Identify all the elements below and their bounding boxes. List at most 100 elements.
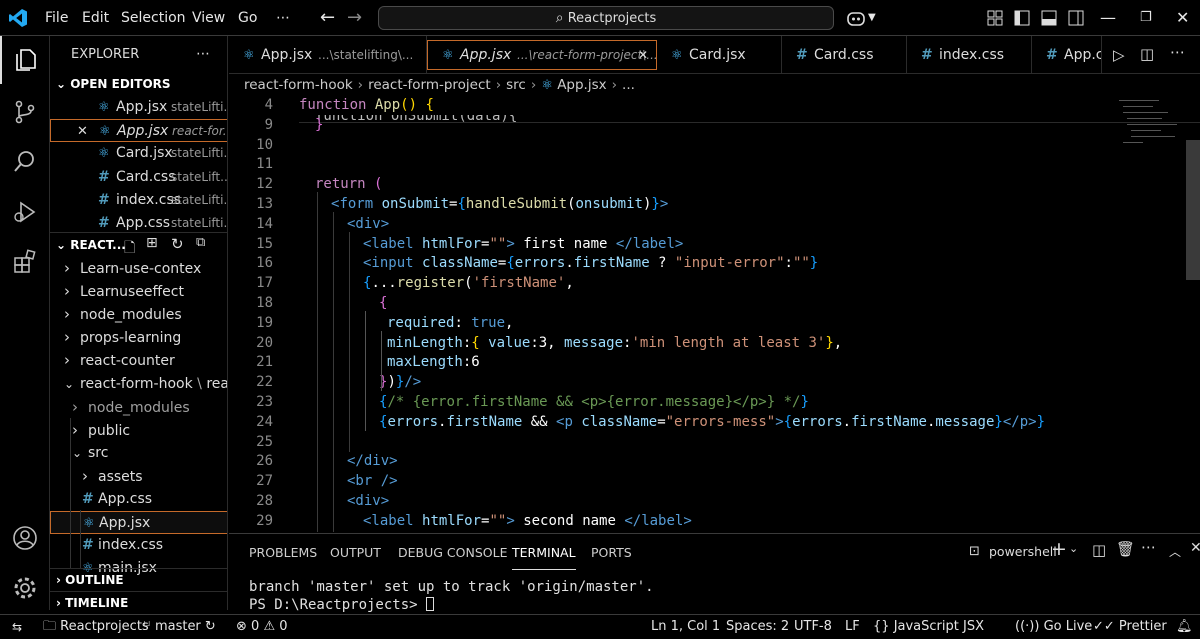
breadcrumb-item[interactable]: src — [506, 77, 526, 93]
line-number: 11 — [256, 156, 273, 173]
more-actions-icon[interactable]: ⋯ — [196, 43, 216, 66]
encoding[interactable]: UTF-8 — [794, 615, 832, 639]
notifications-icon[interactable]: 🔔︎ — [1176, 615, 1193, 639]
search-activity[interactable] — [0, 138, 50, 186]
breadcrumb-item[interactable]: App.jsx — [557, 77, 606, 93]
extensions-activity[interactable] — [0, 238, 50, 286]
close-panel-icon[interactable]: ✕ — [1190, 540, 1200, 556]
editor-scrollbar-thumb[interactable] — [1186, 140, 1200, 280]
tree-item[interactable]: › react-counter — [50, 349, 227, 372]
project-status[interactable]: 🗀 Reactprojects — [43, 615, 149, 639]
tree-item[interactable]: › node_modules — [50, 396, 227, 419]
tab-app-jsx[interactable]: ⚛ App.jsx ...\react-form-project\... ✕ — [427, 40, 657, 70]
new-terminal-icon[interactable]: + — [1051, 538, 1067, 560]
open-editor-item[interactable]: #index.cssstateLifti... — [50, 189, 227, 212]
panel-tab-debug-console[interactable]: DEBUG CONSOLE — [398, 534, 507, 570]
split-terminal-icon[interactable]: ◫ — [1092, 541, 1106, 559]
timeline-header[interactable]: › TIMELINE — [56, 592, 227, 610]
accounts-activity[interactable] — [0, 514, 50, 562]
tree-item[interactable]: # App.css — [50, 488, 227, 511]
minimap[interactable] — [1113, 96, 1183, 156]
open-editor-item[interactable]: # Card.css stateLift... — [50, 166, 227, 189]
run-debug-activity[interactable] — [0, 188, 50, 236]
tree-item[interactable]: › public — [50, 419, 227, 442]
close-window-icon[interactable]: ✕ — [1176, 0, 1189, 36]
panel-tab-ports[interactable]: PORTS — [591, 534, 632, 570]
collapse-all-icon[interactable]: ⧉ — [196, 235, 205, 250]
maximize-panel-icon[interactable]: ︿ — [1169, 543, 1181, 560]
tree-item[interactable]: › Learn-use-contex — [50, 257, 227, 280]
menu-selection[interactable]: Selection — [121, 0, 186, 36]
problems-status[interactable]: ⊗ 0 ⚠ 0 — [236, 615, 288, 639]
tab-app-c[interactable]: # App.c — [1032, 36, 1102, 74]
menu-edit[interactable]: Edit — [82, 0, 109, 36]
copilot-icon[interactable] — [846, 9, 866, 27]
close-icon[interactable]: ✕ — [77, 120, 88, 141]
close-icon[interactable]: ✕ — [638, 41, 648, 69]
breadcrumb-item[interactable]: ... — [622, 77, 635, 93]
panel-tab-problems[interactable]: PROBLEMS — [249, 534, 317, 570]
back-arrow-icon[interactable]: ← — [320, 0, 335, 36]
open-editor-item[interactable]: ⚛ Card.jsxstateLifti... — [50, 142, 227, 165]
forward-arrow-icon[interactable]: → — [347, 0, 362, 36]
tab-index-css[interactable]: # index.css — [907, 36, 1032, 74]
manage-activity[interactable] — [0, 564, 50, 612]
restore-icon[interactable]: ❐ — [1140, 0, 1152, 36]
tree-item[interactable]: › assets — [50, 465, 227, 488]
open-editor-item[interactable]: ✕ ⚛ App.jsx react-for... — [50, 119, 227, 143]
minimize-icon[interactable]: — — [1100, 0, 1116, 36]
vscode-logo-icon[interactable] — [8, 8, 28, 28]
terminal-prompt[interactable]: PS D:\Reactprojects> — [249, 597, 435, 613]
menu-view[interactable]: View — [192, 0, 225, 36]
tab-app-jsx[interactable]: ⚛ App.jsx ...\statelifting\... — [229, 36, 427, 74]
toggle-panel-icon[interactable] — [1041, 10, 1057, 26]
indentation[interactable]: Spaces: 2 — [726, 615, 789, 639]
remote-icon[interactable]: ⇆ — [12, 615, 22, 639]
tab-card-css[interactable]: # Card.css — [782, 36, 907, 74]
tree-item[interactable]: › props-learning — [50, 326, 227, 349]
tab-card-jsx[interactable]: ⚛ Card.jsx — [657, 36, 782, 74]
go-live-button[interactable]: ((·)) Go Live — [1015, 615, 1092, 639]
customize-layout-icon[interactable] — [987, 10, 1003, 26]
trash-icon[interactable]: 🗑 — [1116, 540, 1135, 558]
open-editors-header[interactable]: ⌄ OPEN EDITORS — [56, 73, 227, 96]
menu-go[interactable]: Go — [238, 0, 257, 36]
run-icon[interactable]: ▷ — [1113, 46, 1125, 64]
toggle-secondary-sidebar-icon[interactable] — [1068, 10, 1084, 26]
breadcrumb-item[interactable]: react-form-project — [368, 77, 491, 93]
tree-item[interactable]: ⚛ App.jsx — [50, 511, 227, 535]
split-editor-icon[interactable]: ◫ — [1140, 45, 1154, 63]
refresh-icon[interactable]: ↻ — [171, 235, 184, 253]
source-control-activity[interactable] — [0, 88, 50, 136]
tree-item[interactable]: ⌄ src — [50, 442, 227, 465]
prettier-status[interactable]: ✓✓ Prettier — [1093, 615, 1167, 639]
code-editor[interactable]: function onSubmit(data){ 4 function App()… — [229, 96, 1200, 533]
branch-status[interactable]: ⑂ master ↻ — [143, 615, 216, 639]
menu-more[interactable]: ⋯ — [276, 0, 290, 36]
menu-file[interactable]: File — [45, 0, 68, 36]
tree-item[interactable]: › Learnuseeffect — [50, 280, 227, 303]
tree-item-label: Learnuseeffect — [80, 284, 184, 301]
more-actions-icon[interactable]: ⋯ — [1170, 43, 1185, 61]
language-mode[interactable]: {} JavaScript JSX — [873, 615, 984, 639]
line-ending[interactable]: LF — [845, 615, 860, 639]
panel-tab-output[interactable]: OUTPUT — [330, 534, 381, 570]
command-center-search[interactable]: ⌕ Reactprojects — [378, 6, 834, 30]
new-folder-icon[interactable]: ⊞ — [146, 235, 158, 251]
tree-item[interactable]: ⌄ react-form-hook \ rea... — [50, 373, 227, 396]
tree-item[interactable]: › node_modules — [50, 303, 227, 326]
cursor-position[interactable]: Ln 1, Col 1 — [651, 615, 720, 639]
chevron-down-icon[interactable]: ⌄ — [1069, 542, 1078, 555]
more-actions-icon[interactable]: ⋯ — [1141, 538, 1156, 556]
code-token: "" — [792, 255, 810, 272]
toggle-sidebar-icon[interactable] — [1014, 10, 1030, 26]
outline-header[interactable]: › OUTLINE — [56, 569, 227, 592]
explorer-activity[interactable] — [0, 36, 50, 84]
open-editor-item[interactable]: ⚛ App.jsxstateLifti... — [50, 96, 227, 119]
breadcrumb-item[interactable]: react-form-hook — [244, 77, 353, 93]
terminal-shell-name[interactable]: powershell — [989, 544, 1057, 559]
tree-item[interactable]: # index.css — [50, 534, 227, 557]
chevron-down-icon[interactable]: ▼ — [868, 0, 876, 36]
panel-tab-terminal[interactable]: TERMINAL — [512, 534, 576, 570]
code-token: firstName — [573, 255, 650, 272]
